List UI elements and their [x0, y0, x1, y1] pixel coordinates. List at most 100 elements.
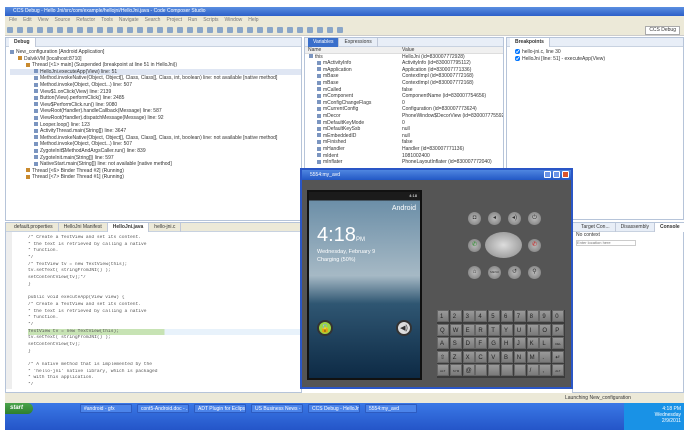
- toolbar-button[interactable]: [97, 27, 103, 33]
- debug-tree-item[interactable]: Method.invokeNative(Object, Object[], Cl…: [10, 75, 301, 82]
- menu-item-source[interactable]: Source: [54, 17, 70, 23]
- toolbar-button[interactable]: [297, 27, 303, 33]
- variable-row[interactable]: mIdent 1081002400: [305, 153, 503, 160]
- minimize-button[interactable]: [544, 171, 551, 178]
- power-button[interactable]: ⏻: [528, 212, 541, 225]
- key[interactable]: [513, 364, 526, 377]
- key[interactable]: W: [449, 323, 462, 336]
- variable-row[interactable]: this HelloJni (id=830007772928): [305, 54, 503, 61]
- toolbar-button[interactable]: [217, 27, 223, 33]
- editor-tab[interactable]: hello-jni.c: [149, 223, 182, 232]
- toolbar-button[interactable]: [57, 27, 63, 33]
- key[interactable]: [475, 364, 488, 377]
- column-name[interactable]: Name: [305, 47, 321, 53]
- toolbar-button[interactable]: [267, 27, 273, 33]
- volume-up-button[interactable]: ◂): [508, 212, 521, 225]
- variable-row[interactable]: mBase ContextImpl (id=830007772168): [305, 73, 503, 80]
- key[interactable]: ⇧: [437, 350, 449, 363]
- toolbar-button[interactable]: [307, 27, 313, 33]
- variable-row[interactable]: mFinished false: [305, 139, 503, 146]
- key[interactable]: Z: [449, 350, 462, 363]
- toolbar-button[interactable]: [27, 27, 33, 33]
- key[interactable]: N: [513, 350, 526, 363]
- tab-breakpoints[interactable]: Breakpoints: [510, 38, 550, 47]
- key[interactable]: L: [539, 337, 552, 350]
- column-value[interactable]: Value: [402, 47, 414, 53]
- tab-debug[interactable]: Debug: [9, 38, 36, 47]
- variable-row[interactable]: mInflater PhoneLayoutInflater (id=8300077…: [305, 159, 503, 166]
- key[interactable]: F: [475, 337, 488, 350]
- toolbar-button[interactable]: [287, 27, 293, 33]
- toolbar-button[interactable]: [187, 27, 193, 33]
- menu-item-view[interactable]: View: [38, 17, 49, 23]
- variable-row[interactable]: mDecor PhoneWindow$DecorView (id=83000777…: [305, 113, 503, 120]
- debug-tree-item[interactable]: View$1.onClick(View) line: 2139: [10, 89, 301, 96]
- toolbar-button[interactable]: [197, 27, 203, 33]
- key[interactable]: R: [475, 323, 488, 336]
- toolbar-button[interactable]: [137, 27, 143, 33]
- key[interactable]: G: [488, 337, 501, 350]
- key[interactable]: 2: [449, 310, 462, 322]
- toolbar-button[interactable]: [37, 27, 43, 33]
- phone-screen[interactable]: 4:18 Android 4:18PM Wednesday, February …: [307, 190, 422, 380]
- variable-row[interactable]: mApplication Application (id=830007771336…: [305, 67, 503, 74]
- key[interactable]: 7: [513, 310, 526, 322]
- toolbar-button[interactable]: [257, 27, 263, 33]
- toolbar-button[interactable]: [237, 27, 243, 33]
- menu-item-scripts[interactable]: Scripts: [203, 17, 218, 23]
- start-button[interactable]: start: [5, 403, 33, 414]
- debug-tree-item[interactable]: DalvikVM [localhost:8710]: [10, 56, 301, 63]
- key[interactable]: V: [488, 350, 501, 363]
- variable-row[interactable]: mHandler Handler (id=830007771136): [305, 146, 503, 153]
- variable-row[interactable]: mCalled false: [305, 87, 503, 94]
- end-call-button[interactable]: ✆: [528, 239, 541, 252]
- key[interactable]: DEL: [552, 337, 565, 350]
- variable-row[interactable]: mConfigChangeFlags 0: [305, 100, 503, 107]
- menu-item-project[interactable]: Project: [166, 17, 182, 23]
- debug-tree-item[interactable]: Method.invoke(Object, Object...) line: 5…: [10, 82, 301, 89]
- key[interactable]: K: [526, 337, 539, 350]
- tab-expressions[interactable]: Expressions: [339, 38, 378, 47]
- menu-item-help[interactable]: Help: [248, 17, 258, 23]
- key[interactable]: S: [449, 337, 462, 350]
- toolbar-button[interactable]: [337, 27, 343, 33]
- taskbar-item[interactable]: US Business News - L...: [251, 404, 303, 413]
- key[interactable]: 6: [501, 310, 513, 322]
- call-button[interactable]: ✆: [468, 239, 481, 252]
- key[interactable]: SYM: [449, 364, 462, 377]
- location-input[interactable]: [576, 239, 636, 246]
- menu-item-navigate[interactable]: Navigate: [119, 17, 139, 23]
- menu-button[interactable]: MENU: [488, 266, 501, 279]
- taskbar-item[interactable]: cont5-Android.doc - ...: [137, 404, 189, 413]
- volume-down-button[interactable]: ◂: [488, 212, 501, 225]
- debug-tree-item[interactable]: Button(View).performClick() line: 2485: [10, 95, 301, 102]
- debug-tree-item[interactable]: Thread [<7> Binder Thread #1] (Running): [10, 174, 301, 181]
- toolbar-button[interactable]: [177, 27, 183, 33]
- toolbar-button[interactable]: [227, 27, 233, 33]
- breakpoint-checkbox[interactable]: [515, 49, 520, 55]
- key[interactable]: T: [488, 323, 501, 336]
- key[interactable]: P: [552, 323, 565, 336]
- taskbar-item[interactable]: CCS Debug - HelloJni/...: [308, 404, 360, 413]
- tab-target-console[interactable]: Target Con...: [576, 223, 616, 232]
- toolbar-button[interactable]: [67, 27, 73, 33]
- toolbar-button[interactable]: [327, 27, 333, 33]
- search-button[interactable]: ⚲: [528, 266, 541, 279]
- close-button[interactable]: [562, 171, 569, 178]
- key[interactable]: @: [462, 364, 475, 377]
- variable-row[interactable]: mComponent ComponentName (id=830007754656…: [305, 93, 503, 100]
- breakpoint-checkbox[interactable]: [515, 55, 520, 61]
- toolbar-button[interactable]: [47, 27, 53, 33]
- key[interactable]: ,: [539, 364, 552, 377]
- variable-row[interactable]: mCurrentConfig Configuration (id=83000777…: [305, 106, 503, 113]
- toolbar-button[interactable]: [17, 27, 23, 33]
- debug-tree-item[interactable]: HelloJni.executeApp(View) line: 51: [10, 68, 301, 76]
- menu-item-window[interactable]: Window: [224, 17, 242, 23]
- key[interactable]: M: [526, 350, 539, 363]
- key[interactable]: X: [462, 350, 475, 363]
- editor-tab[interactable]: HelloJni Manifest: [59, 223, 108, 232]
- taskbar-item[interactable]: #android - gfx: [80, 404, 132, 413]
- toolbar-button[interactable]: [87, 27, 93, 33]
- perspective-ccs-debug[interactable]: CCS Debug: [645, 26, 680, 35]
- maximize-button[interactable]: [553, 171, 560, 178]
